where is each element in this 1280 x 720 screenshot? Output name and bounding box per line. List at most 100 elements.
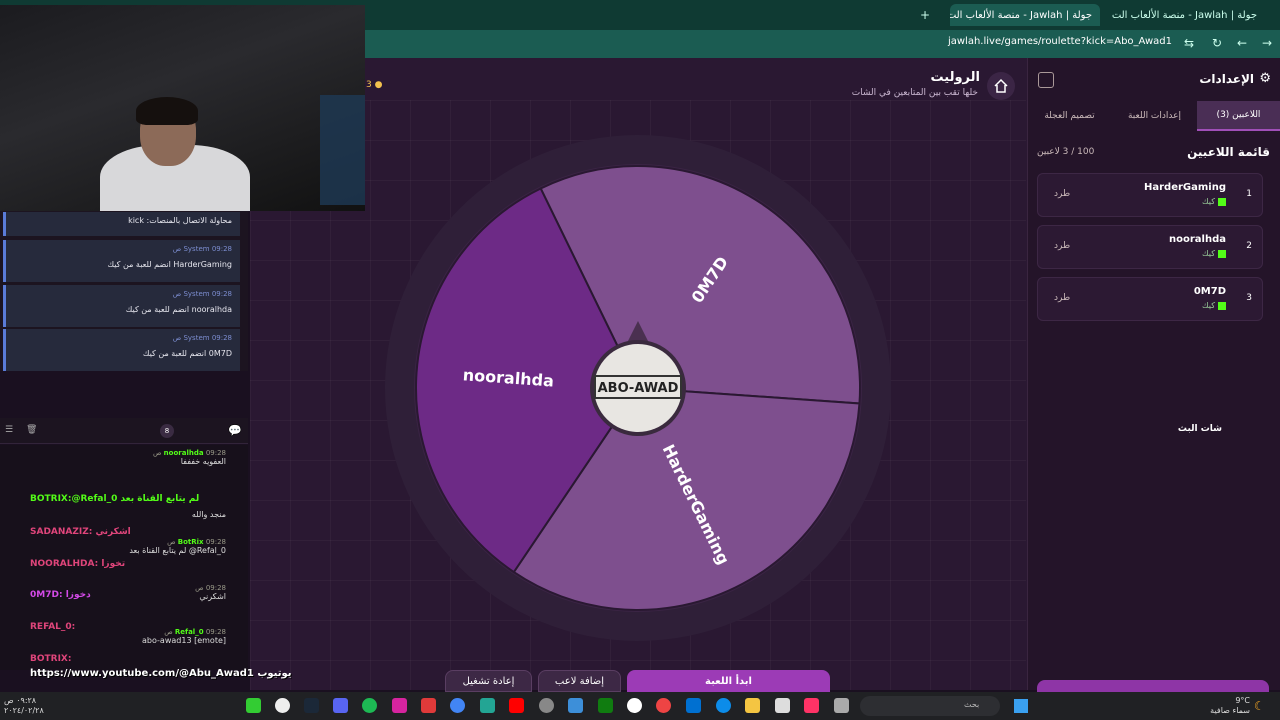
tab-title: جولة | Jawlah - منصة الألعاب الت [1111,9,1257,21]
youtube-link-overlay: https://www.youtube.com/@Abu_Awad1 يوتيو… [30,668,292,679]
status-text: nooralhda انضم للعبة من كيك [125,305,232,314]
playstation-icon[interactable] [686,698,701,713]
reload-icon[interactable]: ↻ [1208,34,1226,52]
panel-action-button[interactable] [1037,680,1269,692]
home-button[interactable] [987,72,1015,100]
chat-text: [emote] abo-awad13 [142,636,226,645]
browser-tab-active[interactable]: جولة | Jawlah - منصة الألعاب الت [950,4,1100,26]
status-message: محاولة الاتصال بالمنصات: kick [3,212,240,236]
status-message: System 09:28 ص HarderGaming انضم للعبة م… [3,240,240,282]
coin-counter: 3 ● [366,80,383,90]
chat-user: nooralhda [163,449,204,457]
app-icon[interactable] [421,698,436,713]
app-icon[interactable] [627,698,642,713]
overlay-chat-line: NOORALHDA: تخوزا [30,559,126,569]
chrome-icon[interactable] [450,698,465,713]
spotify-icon[interactable] [362,698,377,713]
webcam-overlay [0,5,365,211]
status-meta: System 09:28 ص [172,334,232,342]
status-text: محاولة الاتصال بالمنصات: kick [128,216,232,225]
restart-button[interactable]: إعادة تشغيل [445,670,532,692]
tab-wheel-design[interactable]: تصميم العجلة [1027,101,1112,131]
collapse-panel-icon[interactable] [1038,72,1054,88]
url-field[interactable]: jawlah.live/games/roulette?kick=Abo_Awad… [948,36,1172,47]
edge-icon[interactable] [716,698,731,713]
app-icon[interactable] [568,698,583,713]
players-count: 100 / 3 لاعبين [1037,147,1095,157]
weather-widget[interactable]: 9°C سماء صافية [1210,696,1250,716]
logo-text: ABO-AWAD [598,381,679,396]
gear-icon: ⚙ [1259,71,1271,86]
file-explorer-icon[interactable] [745,698,760,713]
app-icon[interactable] [656,698,671,713]
player-name: nooralhda [1169,234,1226,245]
kick-player-button[interactable]: طرد [1054,293,1070,303]
chat-text: Refal_0@ لم يتابع القناة بعد [129,546,226,555]
chat-message: Refal_0 09:28 ص [emote] abo-awad13 [0,628,240,645]
new-tab-icon[interactable]: + [920,8,930,22]
player-source: كيك [1202,197,1226,206]
back-icon[interactable]: → [1258,34,1276,52]
tab-title: جولة | Jawlah - منصة الألعاب الت [950,9,1092,21]
kick-icon [1218,197,1226,206]
tab-players[interactable]: اللاعبين (3) [1197,101,1280,131]
status-message: System 09:28 ص 0M7D انضم للعبة من كيك [3,329,240,371]
page-title: الروليت [930,70,980,85]
player-row: 3 0M7D كيك طرد [1037,277,1263,321]
tab-game-settings[interactable]: إعدادات اللعبة [1112,101,1197,131]
kick-icon [1218,301,1226,310]
xbox-icon[interactable] [246,698,261,713]
store-icon[interactable] [775,698,790,713]
player-number: 3 [1246,293,1252,303]
trash-icon[interactable]: 🗑 [26,425,37,435]
home-icon [994,78,1008,93]
status-text: HarderGaming انضم للعبة من كيك [107,260,233,269]
xbox-icon[interactable] [598,698,613,713]
player-row: 1 HarderGaming كيك طرد [1037,173,1263,217]
youtube-icon[interactable] [509,698,524,713]
browser-tab[interactable]: جولة | Jawlah - منصة الألعاب الت [1110,4,1265,26]
kick-player-button[interactable]: طرد [1054,241,1070,251]
webcam-person-hair [136,97,198,125]
webcam-background [320,95,365,205]
windows-start-icon[interactable] [1014,699,1028,713]
player-row: 2 nooralhda كيك طرد [1037,225,1263,269]
taskbar-search-label: بحث [964,700,980,709]
chat-time: 09:28 ص [195,584,226,592]
chat-message: BotRix 09:28 ص Refal_0@ لم يتابع القناة … [0,538,240,555]
player-name: 0M7D [1193,286,1226,297]
chat-count-badge: 8 [160,424,174,438]
add-player-button[interactable]: إضافة لاعب [538,670,621,692]
player-source: كيك [1202,249,1226,258]
steam-icon[interactable] [304,698,319,713]
discord-icon[interactable] [333,698,348,713]
app-icon[interactable] [480,698,495,713]
overlay-chat-line: BOTRIX: [30,654,72,664]
obs-icon[interactable] [275,698,290,713]
chat-message: nooralhda 09:28 ص العفويه خفففا [0,449,240,466]
chat-title: شات البث [1177,424,1222,434]
page-subtitle: خلها تقب بين المتابعين في الشات [851,88,978,98]
taskview-icon[interactable] [834,698,849,713]
status-text: 0M7D انضم للعبة من كيك [142,349,232,358]
copilot-icon[interactable] [804,698,819,713]
forward-icon[interactable]: ← [1233,34,1251,52]
kick-icon [1218,249,1226,258]
chat-message: منجد والله [0,510,240,519]
player-number: 2 [1246,241,1252,251]
roulette-wheel[interactable]: 0M7DHarderGamingnooralhda ABO-AWAD [383,133,893,643]
settings-icon[interactable] [539,698,554,713]
chat-icon: 💬 [228,424,242,437]
menu-icon[interactable]: ☰ [5,425,13,435]
player-number: 1 [1246,189,1252,199]
overlay-chat-line: SADANAZIZ: اشكرني [30,527,131,537]
start-game-button[interactable]: ابدأ اللعبة [627,670,830,692]
chat-text: منجد والله [191,510,226,519]
taskbar-clock: ٠٩:٢٨ ص ٢٠٢٤/٠٢/٢٨ [4,696,44,715]
kick-player-button[interactable]: طرد [1054,189,1070,199]
instagram-icon[interactable] [392,698,407,713]
status-meta: System 09:28 ص [172,245,232,253]
tab-settings-icon[interactable]: ⇆ [1180,34,1198,52]
moon-icon: ☾ [1254,699,1265,713]
player-source: كيك [1202,301,1226,310]
